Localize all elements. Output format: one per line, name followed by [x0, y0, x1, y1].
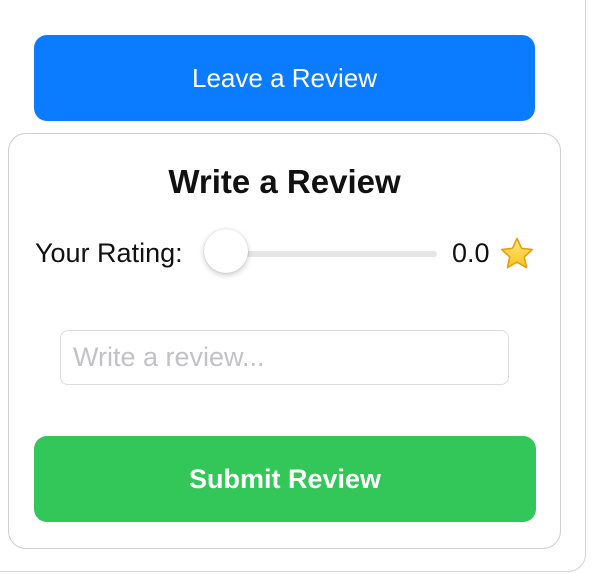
review-text-input[interactable]	[60, 330, 509, 385]
rating-value: 0.0	[452, 238, 490, 268]
rating-label: Your Rating:	[35, 238, 183, 268]
rating-slider-thumb[interactable]	[204, 229, 248, 273]
submit-review-button[interactable]: Submit Review	[34, 436, 536, 522]
star-icon	[499, 236, 535, 272]
review-form-card: Write a Review Your Rating: 0.0 Submit R…	[8, 133, 561, 549]
leave-review-button[interactable]: Leave a Review	[34, 35, 535, 121]
review-form-title: Write a Review	[168, 163, 401, 200]
